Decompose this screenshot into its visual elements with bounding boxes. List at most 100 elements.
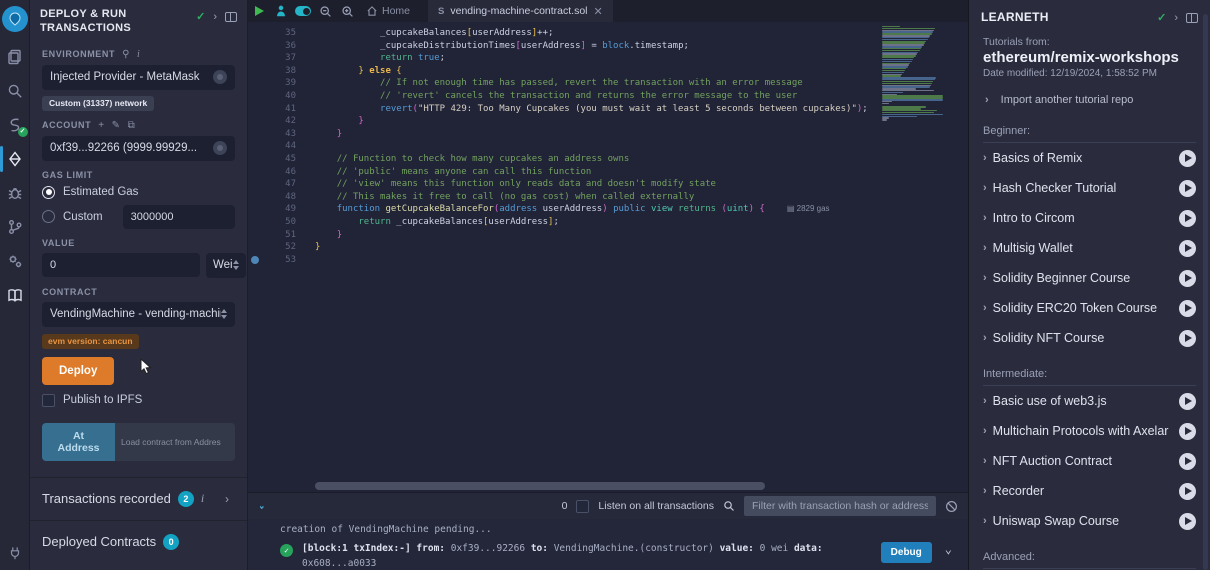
tutorial-chevron-icon[interactable]: › bbox=[983, 425, 987, 437]
plug-icon[interactable]: ⚲ bbox=[122, 49, 130, 60]
transactions-expand-icon[interactable]: › bbox=[225, 492, 235, 506]
at-address-button[interactable]: At Address bbox=[42, 423, 115, 461]
plugin-settings-icon[interactable] bbox=[0, 244, 30, 278]
tutorial-item[interactable]: ›Multichain Protocols with Axelar bbox=[969, 416, 1210, 446]
tutorial-chevron-icon[interactable]: › bbox=[983, 515, 987, 527]
clear-terminal-icon[interactable] bbox=[945, 500, 958, 513]
tx-expand-icon[interactable]: ⌄ bbox=[945, 542, 952, 556]
tutorial-play-button[interactable] bbox=[1179, 300, 1196, 317]
listen-all-checkbox[interactable] bbox=[576, 500, 589, 513]
code-line[interactable]: 37 return true; bbox=[248, 52, 968, 65]
plugin-connect-icon[interactable] bbox=[0, 536, 30, 570]
tutorial-play-button[interactable] bbox=[1179, 240, 1196, 257]
learneth-pin-icon[interactable] bbox=[1186, 13, 1198, 23]
tutorial-play-button[interactable] bbox=[1179, 393, 1196, 410]
tutorial-item[interactable]: ›Basic use of web3.js bbox=[969, 386, 1210, 416]
code-line[interactable]: 52} bbox=[248, 241, 968, 254]
editor-horizontal-scrollbar[interactable] bbox=[315, 482, 765, 490]
copy-account-icon[interactable]: ⧉ bbox=[128, 120, 136, 131]
code-line[interactable]: 35 _cupcakeBalances[userAddress]++; bbox=[248, 27, 968, 40]
search-icon[interactable] bbox=[0, 74, 30, 108]
tutorial-item[interactable]: ›Solidity Beginner Course bbox=[969, 263, 1210, 293]
editor-toggle-icon[interactable] bbox=[293, 2, 313, 20]
edit-account-icon[interactable]: ✎ bbox=[112, 120, 121, 131]
remix-logo-icon[interactable] bbox=[2, 6, 28, 32]
run-script-icon[interactable] bbox=[249, 2, 269, 20]
deployed-contracts-row[interactable]: Deployed Contracts 0 bbox=[30, 520, 247, 563]
contract-select[interactable]: VendingMachine - vending-machin bbox=[42, 302, 235, 327]
at-address-input[interactable] bbox=[115, 423, 235, 461]
tutorial-play-button[interactable] bbox=[1179, 513, 1196, 530]
code-line[interactable]: 38 } else { bbox=[248, 65, 968, 78]
code-line[interactable]: 48 // This makes it free to call (no gas… bbox=[248, 191, 968, 204]
file-tab[interactable]: S vending-machine-contract.sol ✕ bbox=[428, 0, 613, 22]
code-line[interactable]: 49 function getCupcakeBalanceFor(address… bbox=[248, 203, 968, 216]
code-line[interactable]: 42 } bbox=[248, 115, 968, 128]
code-line[interactable]: 50 return _cupcakeBalances[userAddress]; bbox=[248, 216, 968, 229]
tutorial-play-button[interactable] bbox=[1179, 483, 1196, 500]
tutorial-chevron-icon[interactable]: › bbox=[983, 332, 987, 344]
deploy-button[interactable]: Deploy bbox=[42, 357, 114, 385]
tutorial-play-button[interactable] bbox=[1179, 270, 1196, 287]
tutorial-item[interactable]: ›Solidity NFT Course bbox=[969, 323, 1210, 353]
tutorial-play-button[interactable] bbox=[1179, 210, 1196, 227]
custom-gas-input[interactable] bbox=[123, 205, 235, 229]
code-line[interactable]: 41 revert("HTTP 429: Too Many Cupcakes (… bbox=[248, 103, 968, 116]
custom-gas-radio[interactable] bbox=[42, 210, 55, 223]
code-line[interactable]: 36 _cupcakeDistributionTimes[userAddress… bbox=[248, 40, 968, 53]
transactions-info-icon[interactable]: i bbox=[201, 491, 204, 506]
learneth-book-icon[interactable] bbox=[0, 278, 30, 312]
code-line[interactable]: 44 bbox=[248, 140, 968, 153]
import-repo-row[interactable]: › Import another tutorial repo bbox=[969, 79, 1210, 110]
close-tab-icon[interactable]: ✕ bbox=[594, 5, 603, 18]
value-input[interactable] bbox=[42, 253, 200, 277]
unit-stepper-icon[interactable] bbox=[233, 260, 239, 270]
tutorial-play-button[interactable] bbox=[1179, 330, 1196, 347]
file-explorer-icon[interactable] bbox=[0, 40, 30, 74]
debugger-icon[interactable] bbox=[0, 176, 30, 210]
estimated-gas-radio[interactable] bbox=[42, 186, 55, 199]
panel-pin-icon[interactable] bbox=[225, 12, 237, 22]
editor-minimap[interactable] bbox=[882, 26, 948, 123]
tutorial-play-button[interactable] bbox=[1179, 150, 1196, 167]
account-select[interactable]: 0xf39...92266 (9999.99929... bbox=[42, 136, 235, 161]
tutorial-chevron-icon[interactable]: › bbox=[983, 302, 987, 314]
debug-button[interactable]: Debug bbox=[881, 542, 932, 563]
tutorial-item[interactable]: ›Multisig Wallet bbox=[969, 233, 1210, 263]
learneth-expand-icon[interactable]: › bbox=[1174, 12, 1178, 24]
ai-assistant-icon[interactable] bbox=[271, 2, 291, 20]
tutorial-chevron-icon[interactable]: › bbox=[983, 182, 987, 194]
code-line[interactable]: 45 // Function to check how many cupcake… bbox=[248, 153, 968, 166]
learneth-scrollbar[interactable] bbox=[1203, 14, 1208, 570]
tutorial-chevron-icon[interactable]: › bbox=[983, 395, 987, 407]
zoom-in-icon[interactable] bbox=[337, 2, 357, 20]
environment-select[interactable]: Injected Provider - MetaMask bbox=[42, 65, 235, 90]
environment-info-icon[interactable]: i bbox=[137, 49, 140, 60]
code-line[interactable]: 40 // 'revert' cancels the transaction a… bbox=[248, 90, 968, 103]
breakpoint-dot[interactable] bbox=[251, 256, 259, 264]
tutorial-play-button[interactable] bbox=[1179, 423, 1196, 440]
panel-expand-icon[interactable]: › bbox=[213, 11, 217, 23]
environment-settings-icon[interactable] bbox=[213, 70, 227, 84]
tutorial-chevron-icon[interactable]: › bbox=[983, 212, 987, 224]
publish-ipfs-checkbox[interactable] bbox=[42, 394, 55, 407]
tutorial-item[interactable]: ›Hash Checker Tutorial bbox=[969, 173, 1210, 203]
tutorial-item[interactable]: ›Intro to Circom bbox=[969, 203, 1210, 233]
code-line[interactable]: 46 // 'public' means anyone can call thi… bbox=[248, 166, 968, 179]
code-line[interactable]: 39 // If not enough time has passed, rev… bbox=[248, 77, 968, 90]
tutorial-item[interactable]: ›Uniswap Swap Course bbox=[969, 506, 1210, 536]
tutorial-chevron-icon[interactable]: › bbox=[983, 272, 987, 284]
code-editor[interactable]: 35 _cupcakeBalances[userAddress]++;36 _c… bbox=[248, 22, 968, 492]
tutorial-chevron-icon[interactable]: › bbox=[983, 455, 987, 467]
value-unit-select[interactable]: Wei bbox=[206, 253, 246, 278]
tutorial-chevron-icon[interactable]: › bbox=[983, 242, 987, 254]
code-line[interactable]: 51 } bbox=[248, 229, 968, 242]
transactions-recorded-row[interactable]: Transactions recorded 2 i › bbox=[30, 477, 247, 520]
git-icon[interactable] bbox=[0, 210, 30, 244]
account-settings-icon[interactable] bbox=[213, 141, 227, 155]
deploy-and-run-icon[interactable] bbox=[0, 142, 30, 176]
tutorial-item[interactable]: ›Basics of Remix bbox=[969, 143, 1210, 173]
code-line[interactable]: 53 bbox=[248, 254, 968, 267]
terminal-filter-input[interactable] bbox=[744, 496, 936, 516]
zoom-out-icon[interactable] bbox=[315, 2, 335, 20]
